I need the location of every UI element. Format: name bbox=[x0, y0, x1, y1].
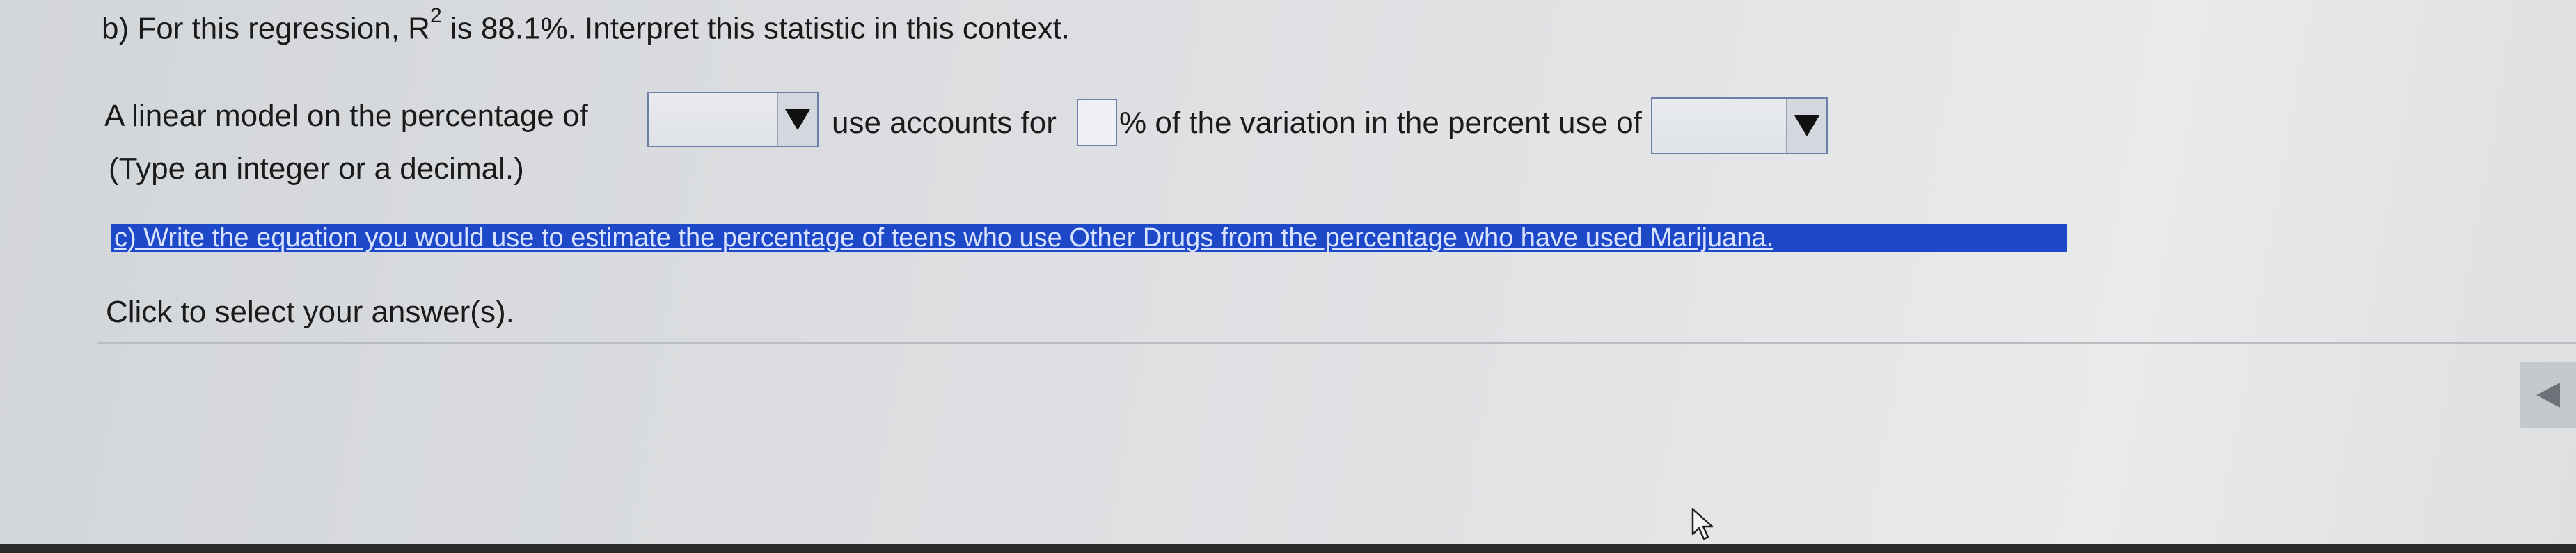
part-b-suffix: is 88.1%. Interpret this statistic in th… bbox=[441, 11, 1070, 46]
triangle-left-icon bbox=[2536, 383, 2560, 408]
side-panel-toggle[interactable] bbox=[2520, 362, 2576, 428]
triangle-down-icon bbox=[1794, 115, 1819, 136]
part-b-prefix: b) For this regression, R bbox=[102, 11, 430, 46]
dropdown-2-toggle[interactable] bbox=[1786, 99, 1826, 153]
sentence-part1: A linear model on the percentage of bbox=[104, 99, 588, 133]
screen-bottom-edge bbox=[0, 544, 2576, 553]
sentence-part3: % of the variation in the percent use of bbox=[1119, 106, 1642, 140]
select-answer-prompt[interactable]: Click to select your answer(s). bbox=[106, 295, 514, 330]
divider bbox=[97, 342, 2576, 344]
dropdown-2[interactable] bbox=[1651, 97, 1828, 154]
dropdown-1[interactable] bbox=[647, 92, 819, 147]
percent-input[interactable] bbox=[1077, 99, 1117, 146]
question-part-b: b) For this regression, R2 is 88.1%. Int… bbox=[102, 4, 1070, 47]
triangle-down-icon bbox=[785, 109, 810, 130]
dropdown-1-toggle[interactable] bbox=[777, 93, 817, 146]
r-squared-exponent: 2 bbox=[429, 4, 442, 27]
question-part-c[interactable]: c) Write the equation you would use to e… bbox=[111, 224, 2067, 252]
sentence-part2: use accounts for bbox=[832, 106, 1057, 140]
input-hint: (Type an integer or a decimal.) bbox=[109, 152, 524, 186]
mouse-cursor-icon bbox=[1691, 508, 1714, 540]
